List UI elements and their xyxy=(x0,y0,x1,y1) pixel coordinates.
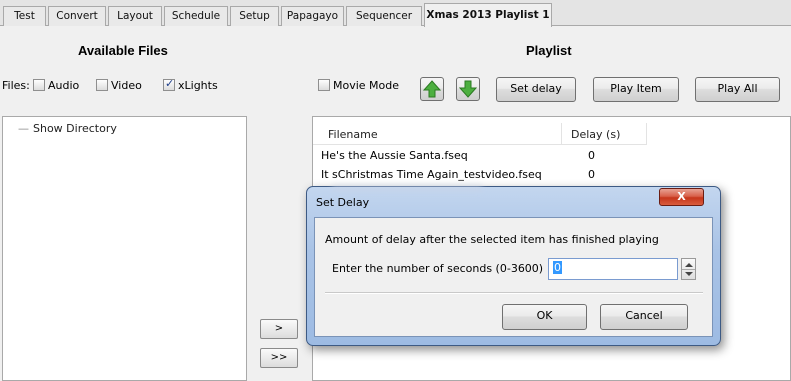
delay-seconds-input[interactable]: 0 xyxy=(548,258,678,280)
available-files-title: Available Files xyxy=(78,43,168,58)
tab-sequencer[interactable]: Sequencer xyxy=(346,6,422,26)
row-filename: He's the Aussie Santa.fseq xyxy=(321,149,468,162)
green-down-arrow-icon xyxy=(458,80,478,98)
add-selected-button[interactable]: > xyxy=(260,319,298,339)
movie-mode-label: Movie Mode xyxy=(333,79,400,92)
playlist-header: Filename Delay (s) xyxy=(313,123,647,145)
spin-up-icon[interactable] xyxy=(685,263,693,267)
dialog-body: Amount of delay after the selected item … xyxy=(314,217,713,337)
playlist-row[interactable]: He's the Aussie Santa.fseq 0 xyxy=(313,147,647,165)
tab-test[interactable]: Test xyxy=(3,6,46,26)
set-delay-dialog: Set Delay X Amount of delay after the se… xyxy=(306,185,721,346)
show-directory-tree[interactable]: — Show Directory xyxy=(2,116,247,381)
set-delay-button[interactable]: Set delay xyxy=(496,77,576,102)
spin-down-icon[interactable] xyxy=(685,272,693,276)
files-label: Files: xyxy=(2,79,30,92)
move-down-button[interactable] xyxy=(456,77,480,101)
spinner-divider xyxy=(682,269,695,270)
column-header-delay[interactable]: Delay (s) xyxy=(571,128,620,141)
audio-checkbox[interactable]: Audio xyxy=(33,79,79,92)
tab-schedule[interactable]: Schedule xyxy=(164,6,228,26)
column-separator xyxy=(646,123,647,145)
column-header-filename[interactable]: Filename xyxy=(328,128,378,141)
row-delay: 0 xyxy=(588,168,595,181)
tab-bar: Test Convert Layout Schedule Setup Papag… xyxy=(0,0,791,27)
dialog-title: Set Delay xyxy=(316,196,370,209)
move-up-button[interactable] xyxy=(420,77,444,101)
row-filename: It sChristmas Time Again_testvideo.fseq xyxy=(321,168,542,181)
green-up-arrow-icon xyxy=(422,80,442,98)
seconds-prompt: Enter the number of seconds (0-3600) xyxy=(332,262,544,275)
tab-convert[interactable]: Convert xyxy=(48,6,106,26)
row-delay: 0 xyxy=(588,149,595,162)
movie-mode-checkbox[interactable]: Movie Mode xyxy=(318,79,399,92)
audio-checkbox-box[interactable] xyxy=(33,79,45,91)
delay-value: 0 xyxy=(553,261,562,274)
playlist-row[interactable]: It sChristmas Time Again_testvideo.fseq … xyxy=(313,166,647,184)
close-icon: X xyxy=(677,190,686,203)
xlights-checkbox[interactable]: xLights xyxy=(163,77,218,92)
blurred-background-row xyxy=(332,185,482,191)
tab-papagayo[interactable]: Papagayo xyxy=(281,6,344,26)
add-all-button[interactable]: >> xyxy=(260,348,298,368)
video-checkbox-label: Video xyxy=(111,79,142,92)
delay-spinner[interactable] xyxy=(681,258,696,280)
video-checkbox-box[interactable] xyxy=(96,79,108,91)
column-separator xyxy=(561,123,562,145)
xlights-checkbox-label: xLights xyxy=(178,79,218,92)
video-checkbox[interactable]: Video xyxy=(96,79,142,92)
tab-setup[interactable]: Setup xyxy=(230,6,279,26)
dialog-message: Amount of delay after the selected item … xyxy=(325,233,659,246)
dialog-divider xyxy=(325,292,703,294)
playlist-title: Playlist xyxy=(526,43,572,58)
play-item-button[interactable]: Play Item xyxy=(593,77,679,102)
tree-item-show-directory[interactable]: — Show Directory xyxy=(18,122,117,135)
tree-line-icon: — xyxy=(18,122,29,135)
close-button[interactable]: X xyxy=(659,188,704,206)
audio-checkbox-label: Audio xyxy=(48,79,80,92)
cancel-button[interactable]: Cancel xyxy=(600,304,688,330)
movie-mode-checkbox-box[interactable] xyxy=(318,79,330,91)
xlights-checkbox-box[interactable] xyxy=(163,77,175,91)
tab-layout[interactable]: Layout xyxy=(108,6,162,26)
ok-button[interactable]: OK xyxy=(502,304,587,330)
play-all-button[interactable]: Play All xyxy=(695,77,780,102)
tree-item-label: Show Directory xyxy=(33,122,117,135)
tab-xmas-2013-playlist-1[interactable]: Xmas 2013 Playlist 1 xyxy=(424,3,552,27)
